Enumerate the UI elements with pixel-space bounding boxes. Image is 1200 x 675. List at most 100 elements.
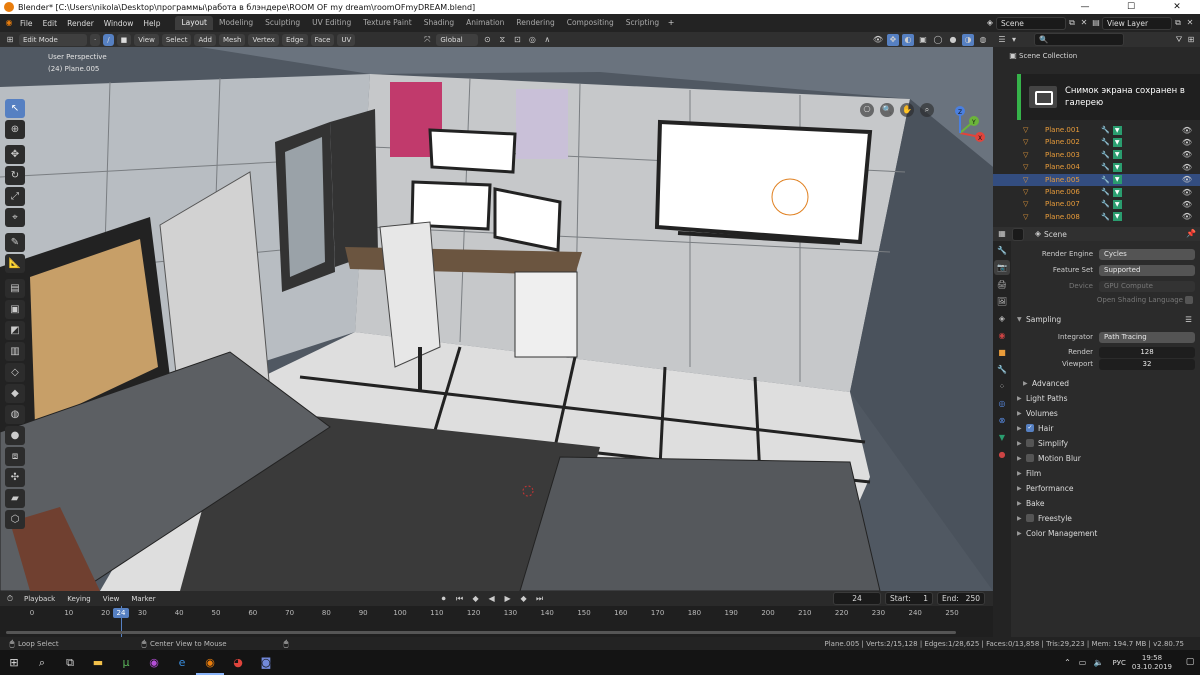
add-workspace-icon[interactable]: +: [665, 17, 677, 29]
bevel-tool[interactable]: ◩: [5, 321, 25, 340]
tab-layout[interactable]: Layout: [175, 16, 213, 30]
solid-shading-icon[interactable]: ●: [947, 34, 959, 46]
tab-rendering[interactable]: Rendering: [510, 16, 560, 30]
scale-tool[interactable]: ⤢: [5, 187, 25, 206]
smooth-tool[interactable]: ●: [5, 426, 25, 445]
advanced-subpanel-header[interactable]: ▶ Advanced: [1011, 376, 1200, 390]
select-box-tool[interactable]: ↖: [5, 99, 25, 118]
chrome-icon[interactable]: ◕: [224, 650, 252, 675]
volume-icon[interactable]: 🔈: [1091, 650, 1107, 675]
knife-tool[interactable]: ◇: [5, 363, 25, 382]
outliner-filter-icon[interactable]: ⛛: [1173, 34, 1185, 46]
start-frame-field[interactable]: Start: 1: [885, 592, 933, 605]
outliner-row[interactable]: ▽ Plane.006 🔧 ▼ 👁: [993, 186, 1200, 198]
menu-window[interactable]: Window: [99, 19, 139, 28]
zoom-region-icon[interactable]: ⌕: [920, 103, 934, 117]
play-reverse-icon[interactable]: ◀: [486, 593, 498, 605]
transform-orientation-selector[interactable]: Global: [436, 33, 479, 46]
current-frame-field[interactable]: 24: [833, 592, 881, 605]
record-icon[interactable]: ⏺: [438, 593, 450, 605]
panel-header[interactable]: ▶ Light Paths: [1011, 391, 1200, 405]
screenshot-saved-toast[interactable]: Снимок экрана сохранен в галерею: [1017, 74, 1200, 120]
axis-gizmo-icon[interactable]: X Y Z: [930, 103, 990, 163]
tab-sculpting[interactable]: Sculpting: [259, 16, 306, 30]
panel-header[interactable]: ▶ Simplify: [1011, 436, 1200, 450]
jump-end-icon[interactable]: ⏭: [534, 593, 546, 605]
constraints-tab-icon[interactable]: ⊗: [994, 413, 1010, 428]
material-tab-icon[interactable]: ●: [994, 447, 1010, 462]
menu-render[interactable]: Render: [62, 19, 99, 28]
scene-selector[interactable]: Scene: [996, 16, 1066, 30]
vertex-select-button[interactable]: ·: [90, 33, 101, 46]
outliner-search-input[interactable]: 🔍: [1034, 33, 1124, 46]
tab-uv-editing[interactable]: UV Editing: [306, 16, 357, 30]
tab-scripting[interactable]: Scripting: [620, 16, 665, 30]
measure-tool[interactable]: 📐: [5, 254, 25, 273]
world-tab-icon[interactable]: ◉: [994, 328, 1010, 343]
spin-tool[interactable]: ◍: [5, 405, 25, 424]
snap-target-icon[interactable]: ⊡: [511, 34, 523, 46]
particles-tab-icon[interactable]: ⁘: [994, 379, 1010, 394]
language-indicator[interactable]: РУС: [1113, 659, 1126, 667]
polybuild-tool[interactable]: ◆: [5, 384, 25, 403]
new-collection-icon[interactable]: ⊞: [1185, 34, 1197, 46]
panel-header[interactable]: ▶ Volumes: [1011, 406, 1200, 420]
device-dropdown[interactable]: GPU Compute: [1099, 281, 1195, 292]
pan-icon[interactable]: ✋: [900, 103, 914, 117]
rip-tool[interactable]: ⬡: [5, 510, 25, 529]
mode-selector[interactable]: Edit Mode: [19, 33, 87, 46]
edge-select-button[interactable]: /: [103, 33, 114, 46]
sampling-panel-header[interactable]: ▼ Sampling ☰: [1011, 312, 1200, 326]
output-props-tab-icon[interactable]: 🖨: [994, 277, 1010, 292]
tray-up-arrow-icon[interactable]: ⌃: [1061, 650, 1075, 675]
modifier-tab-icon[interactable]: 🔧: [994, 362, 1010, 377]
menu-help[interactable]: Help: [138, 19, 165, 28]
material-shading-icon[interactable]: ◑: [962, 33, 974, 46]
render-samples-field[interactable]: 128: [1099, 347, 1195, 358]
timeline[interactable]: 0 10 20 30 40 50 60 70 80 90 100 110 120 130 140 150 160…: [0, 606, 993, 637]
outliner-row[interactable]: ▽ Plane.008 🔧 ▼ 👁: [993, 211, 1200, 223]
view-layer-tab-icon[interactable]: 🖼: [994, 294, 1010, 309]
overlay-toggle-icon[interactable]: ◐: [902, 33, 914, 46]
integrator-dropdown[interactable]: Path Tracing: [1099, 332, 1195, 343]
next-key-icon[interactable]: ◆: [518, 593, 530, 605]
rotate-tool[interactable]: ↻: [5, 166, 25, 185]
menu-edit[interactable]: Edit: [38, 19, 63, 28]
object-tab-icon[interactable]: ■: [994, 345, 1010, 360]
menu-keying[interactable]: Keying: [63, 593, 95, 605]
data-tab-icon[interactable]: ▼: [994, 430, 1010, 445]
extrude-tool[interactable]: ▤: [5, 279, 25, 298]
outliner-row[interactable]: ▽ Plane.003 🔧 ▼ 👁: [993, 149, 1200, 161]
delete-scene-icon[interactable]: ✕: [1078, 17, 1090, 29]
new-scene-icon[interactable]: ⧉: [1066, 17, 1078, 29]
panel-checkbox[interactable]: [1026, 439, 1034, 447]
properties-editor-icon[interactable]: ▦: [996, 228, 1008, 240]
tool-props-tab-icon[interactable]: 🔧: [994, 243, 1010, 258]
wireframe-shading-icon[interactable]: ◯: [932, 34, 944, 46]
panel-header[interactable]: ▶ ✓ Hair: [1011, 421, 1200, 435]
inset-tool[interactable]: ▣: [5, 300, 25, 319]
eye-icon[interactable]: 👁: [1182, 175, 1192, 184]
outliner-editor-icon[interactable]: ☰: [996, 34, 1008, 46]
eye-icon[interactable]: 👁: [1182, 200, 1192, 209]
feature-set-dropdown[interactable]: Supported: [1099, 265, 1195, 276]
playhead-frame-badge[interactable]: 24: [113, 608, 129, 618]
scene-collection-row[interactable]: ▣ Scene Collection: [1007, 50, 1077, 62]
panel-checkbox[interactable]: [1026, 514, 1034, 522]
cursor-tool[interactable]: ⊕: [5, 120, 25, 139]
media-player-icon[interactable]: ◉: [140, 650, 168, 675]
menu-vertex[interactable]: Vertex: [248, 33, 279, 46]
menu-mesh[interactable]: Mesh: [219, 33, 246, 46]
menu-select[interactable]: Select: [161, 33, 192, 46]
clock[interactable]: 19:58 03.10.2019: [1132, 654, 1172, 672]
tab-compositing[interactable]: Compositing: [561, 16, 620, 30]
viewport-samples-field[interactable]: 32: [1099, 359, 1195, 370]
menu-uv[interactable]: UV: [337, 33, 356, 46]
zoom-icon[interactable]: 🔍: [880, 103, 894, 117]
minimize-button[interactable]: —: [1062, 2, 1108, 12]
task-view-icon[interactable]: ⧉: [56, 650, 84, 675]
menu-face[interactable]: Face: [310, 33, 335, 46]
panel-checkbox[interactable]: ✓: [1026, 424, 1034, 432]
pivot-icon[interactable]: ⊙: [481, 34, 493, 46]
pin-icon[interactable]: 📌: [1185, 228, 1197, 240]
